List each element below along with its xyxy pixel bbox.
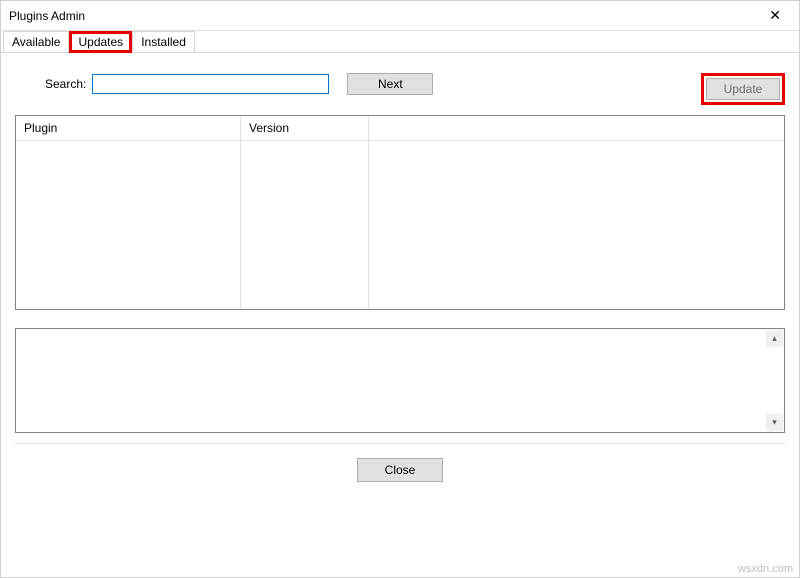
plugins-admin-window: Plugins Admin ✕ Available Updates Instal…: [0, 0, 800, 578]
update-button[interactable]: Update: [706, 78, 780, 100]
footer: Close: [15, 458, 785, 500]
content-area: Search: Next Update Plugin Version ▴ ▾ C…: [1, 53, 799, 577]
column-header-empty[interactable]: [369, 116, 784, 141]
description-box: ▴ ▾: [15, 328, 785, 433]
column-description: [369, 116, 784, 309]
search-input[interactable]: [92, 74, 329, 94]
column-plugin: Plugin: [16, 116, 241, 309]
close-icon[interactable]: ✕: [759, 3, 791, 28]
window-title: Plugins Admin: [9, 9, 759, 23]
scroll-up-icon[interactable]: ▴: [766, 330, 783, 347]
titlebar: Plugins Admin ✕: [1, 1, 799, 31]
tab-available[interactable]: Available: [3, 31, 69, 52]
plugin-table: Plugin Version: [15, 115, 785, 310]
close-button[interactable]: Close: [357, 458, 443, 482]
scroll-down-icon[interactable]: ▾: [766, 414, 783, 431]
search-row: Search: Next: [45, 73, 785, 95]
search-label: Search:: [45, 77, 86, 91]
separator: [15, 443, 785, 444]
tab-updates[interactable]: Updates: [69, 31, 132, 53]
column-header-version[interactable]: Version: [241, 116, 368, 141]
update-button-highlight: Update: [701, 73, 785, 105]
column-header-plugin[interactable]: Plugin: [16, 116, 240, 141]
tab-installed[interactable]: Installed: [132, 31, 195, 52]
tab-bar: Available Updates Installed: [1, 31, 799, 53]
column-version: Version: [241, 116, 369, 309]
next-button[interactable]: Next: [347, 73, 433, 95]
